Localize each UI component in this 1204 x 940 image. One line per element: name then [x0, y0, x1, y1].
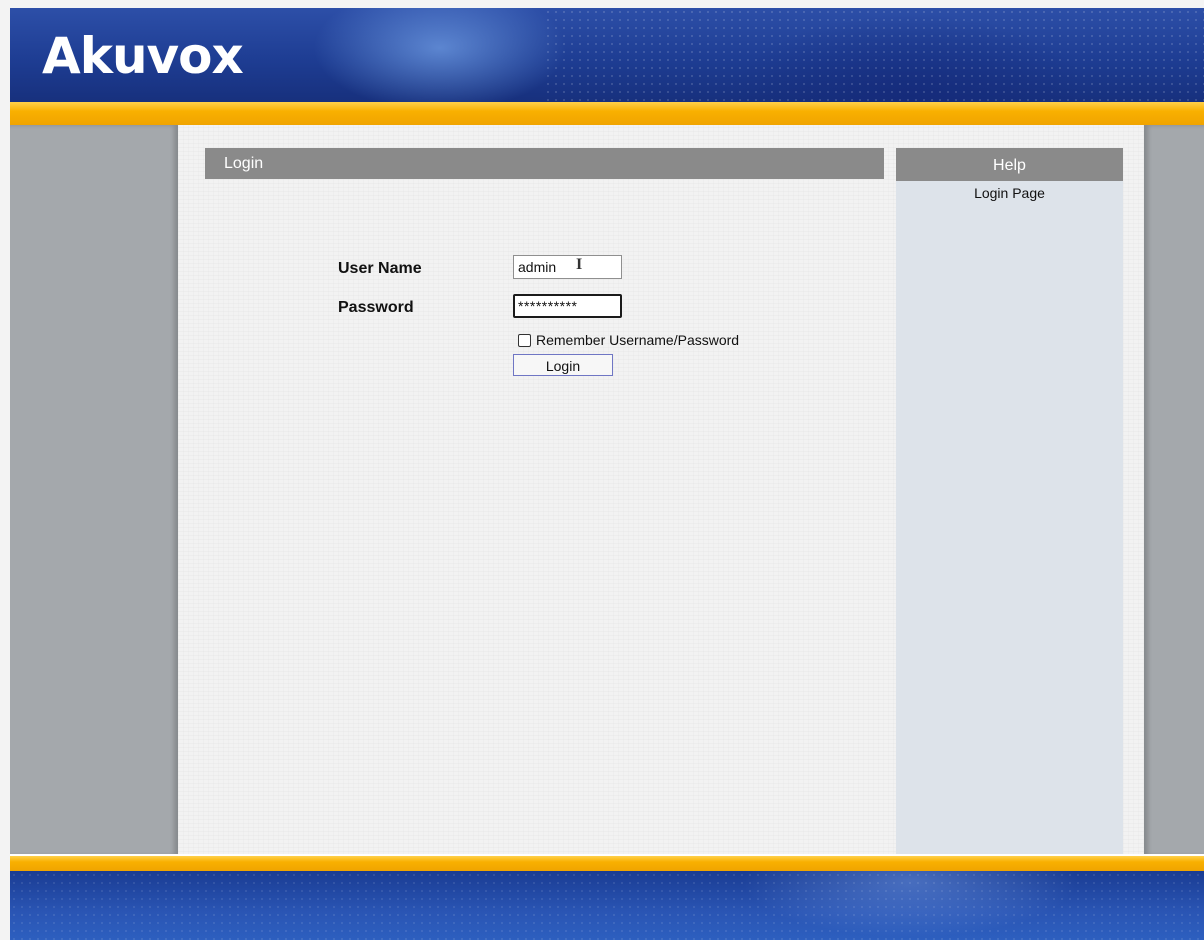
remember-checkbox-row[interactable]: Remember Username/Password — [518, 332, 739, 348]
help-title: Help — [896, 148, 1123, 181]
footer-banner — [10, 871, 1204, 940]
text-cursor-icon: I — [576, 256, 583, 273]
right-side-panel — [1144, 125, 1204, 856]
login-section-title: Login — [205, 148, 884, 179]
remember-label: Remember Username/Password — [536, 332, 740, 348]
help-panel: Help Login Page — [896, 148, 1123, 856]
header-pattern — [544, 8, 1204, 102]
login-button[interactable]: Login — [513, 354, 613, 376]
left-side-panel — [10, 125, 178, 856]
login-page: Akuvox Login Help Login Page User Name I… — [0, 0, 1204, 940]
help-text: Login Page — [974, 185, 1045, 201]
username-label: User Name — [338, 260, 422, 277]
akuvox-logo: Akuvox — [42, 27, 244, 85]
header-gold-band — [10, 102, 1204, 125]
left-strip — [0, 0, 10, 940]
password-input[interactable] — [513, 294, 622, 318]
username-input[interactable] — [513, 255, 622, 279]
footer-pattern — [10, 871, 1204, 940]
remember-checkbox[interactable] — [518, 333, 531, 347]
footer-gold-band — [10, 856, 1204, 871]
header-banner: Akuvox — [10, 8, 1204, 102]
password-label: Password — [338, 299, 414, 316]
